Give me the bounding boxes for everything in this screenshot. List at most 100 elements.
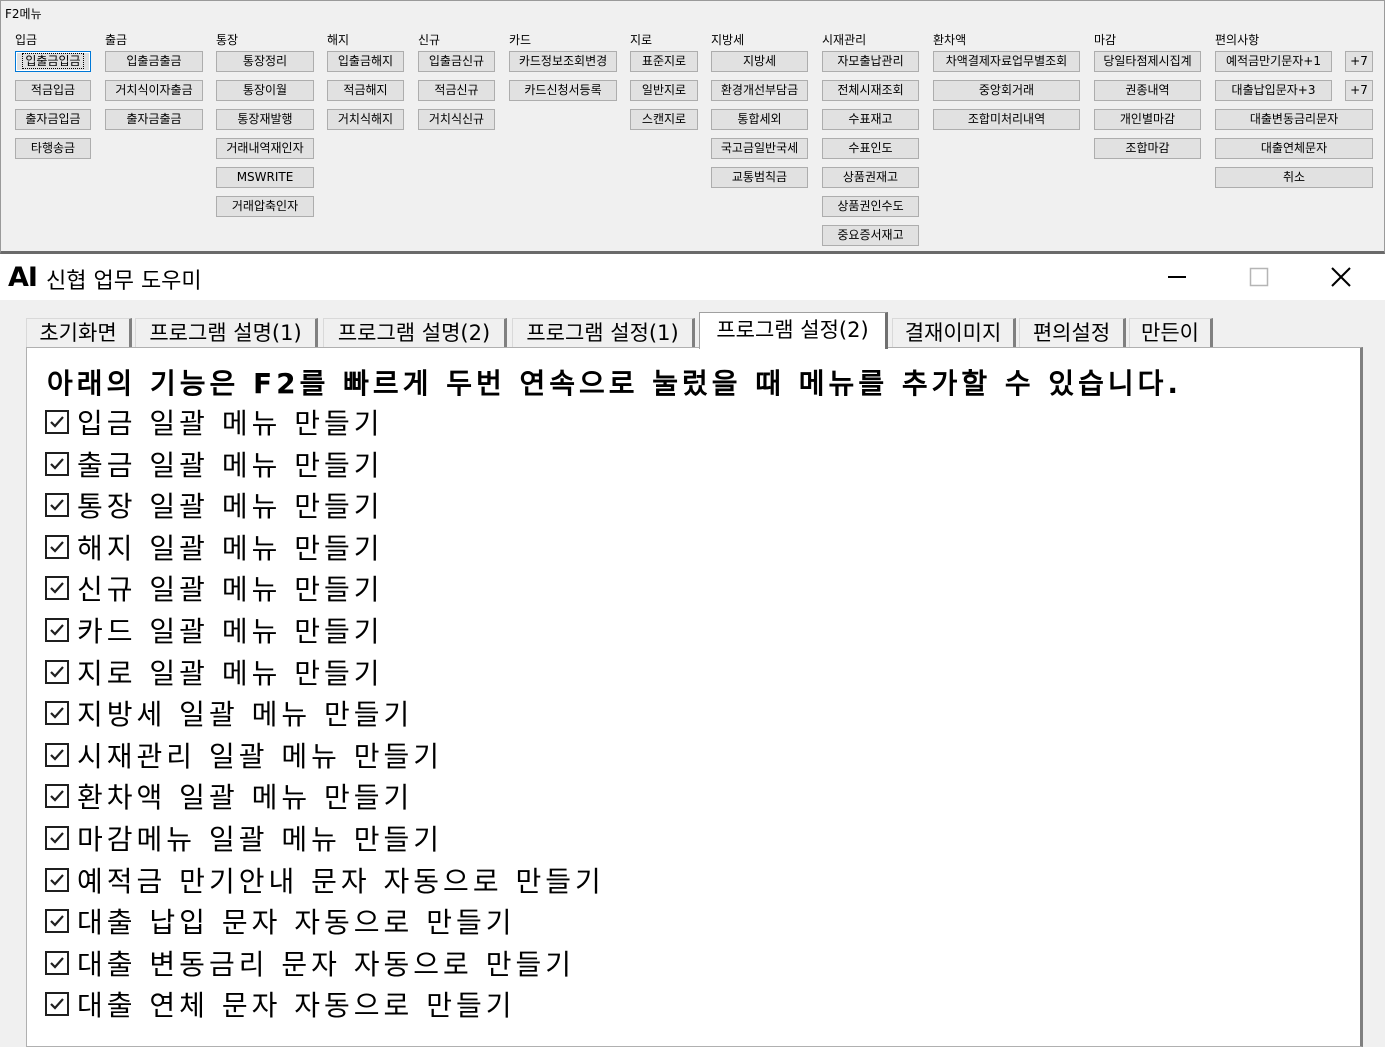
- f2-menu-button[interactable]: 국고금일반국세: [711, 138, 808, 159]
- tab-7[interactable]: 만든이: [1129, 318, 1213, 348]
- checkbox[interactable]: [45, 493, 69, 518]
- tab-4[interactable]: 프로그램 설정(2): [699, 312, 888, 349]
- close-button[interactable]: [1300, 254, 1382, 300]
- checkbox[interactable]: [45, 410, 69, 434]
- f2-menu-button[interactable]: 환경개선부담금: [711, 80, 808, 101]
- checkbox[interactable]: [45, 534, 69, 559]
- f2-menu-button[interactable]: 통장이월: [216, 80, 314, 101]
- f2-menu-button-label: 지방세: [742, 54, 777, 68]
- option-checkbox-row[interactable]: 지방세 일괄 메뉴 만들기: [45, 695, 413, 731]
- tab-1[interactable]: 프로그램 설명(1): [135, 318, 318, 348]
- f2-menu-button[interactable]: 스캔지로: [630, 109, 698, 130]
- option-checkbox-row[interactable]: 해지 일괄 메뉴 만들기: [45, 529, 384, 565]
- f2-menu-button[interactable]: 타행송금: [15, 138, 91, 159]
- app-window: AI 신협 업무 도우미 초기화면 프로그램 설명(1) 프로그램 설명(2) 프로그…: [0, 254, 1385, 1047]
- check-mark-icon: [50, 957, 64, 969]
- checkbox[interactable]: [45, 576, 69, 601]
- f2-menu-button[interactable]: 상품권인수도: [822, 196, 919, 217]
- f2-menu-button[interactable]: 적금해지: [327, 80, 404, 101]
- f2-menu-button[interactable]: 거치식해지: [327, 109, 404, 130]
- check-mark-icon: [50, 499, 64, 511]
- f2-menu-button[interactable]: 대출납입문자+3: [1215, 80, 1332, 101]
- f2-menu-button[interactable]: 거래내역재인자: [216, 138, 314, 159]
- checkbox[interactable]: [45, 909, 69, 934]
- f2-menu-button[interactable]: 자모출납관리: [822, 51, 919, 72]
- tab-5[interactable]: 결재이미지: [892, 318, 1016, 348]
- f2-menu-button[interactable]: 적금신규: [418, 80, 495, 101]
- option-checkbox-row[interactable]: 입금 일괄 메뉴 만들기: [45, 404, 384, 440]
- f2-menu-button[interactable]: 수표인도: [822, 138, 919, 159]
- maximize-button[interactable]: [1218, 254, 1300, 300]
- f2-extra-button[interactable]: +7: [1345, 51, 1373, 72]
- f2-menu-button[interactable]: 상품권재고: [822, 167, 919, 188]
- f2-menu-button[interactable]: 대출연체문자: [1215, 138, 1373, 159]
- f2-menu-button[interactable]: 입출금출금: [105, 51, 203, 72]
- option-checkbox-row[interactable]: 대출 납입 문자 자동으로 만들기: [45, 903, 515, 939]
- f2-menu-button[interactable]: 통합세외: [711, 109, 808, 130]
- f2-menu-button[interactable]: 출자금입금: [15, 109, 91, 130]
- f2-menu-button[interactable]: 거치식신규: [418, 109, 495, 130]
- f2-menu-button[interactable]: 중요증서재고: [822, 225, 919, 246]
- tab-0[interactable]: 초기화면: [26, 318, 132, 348]
- f2-menu-button[interactable]: 당일타점제시집계: [1094, 51, 1201, 72]
- checkbox[interactable]: [45, 451, 69, 476]
- f2-menu-button[interactable]: 조합미처리내역: [933, 109, 1080, 130]
- option-checkbox-row[interactable]: 출금 일괄 메뉴 만들기: [45, 446, 384, 482]
- option-checkbox-row[interactable]: 마감메뉴 일괄 메뉴 만들기: [45, 820, 443, 856]
- f2-menu-button[interactable]: 전체시재조회: [822, 80, 919, 101]
- option-checkbox-row[interactable]: 지로 일괄 메뉴 만들기: [45, 654, 384, 690]
- option-checkbox-row[interactable]: 시재관리 일괄 메뉴 만들기: [45, 737, 443, 773]
- f2-menu-button[interactable]: 표준지로: [630, 51, 698, 72]
- checkbox[interactable]: [45, 826, 69, 850]
- checkbox[interactable]: [45, 701, 69, 726]
- f2-menu-button-label: 일반지로: [641, 83, 687, 97]
- f2-menu-button[interactable]: MSWRITE: [216, 167, 314, 188]
- f2-menu-button[interactable]: 카드정보조회변경: [509, 51, 617, 72]
- checkbox[interactable]: [45, 659, 69, 684]
- minimize-button[interactable]: [1136, 254, 1218, 300]
- f2-menu-button[interactable]: 출자금출금: [105, 109, 203, 130]
- panel-heading: 아래의 기능은 F2를 빠르게 두번 연속으로 눌렀을 때 메뉴를 추가할 수 …: [47, 367, 1183, 400]
- f2-menu-button[interactable]: 대출변동금리문자: [1215, 109, 1373, 130]
- title-bar: AI 신협 업무 도우미: [0, 254, 1385, 300]
- f2-menu-button[interactable]: 적금입금: [15, 80, 91, 101]
- checkbox[interactable]: [45, 784, 69, 809]
- checkbox[interactable]: [45, 742, 69, 767]
- f2-menu-button[interactable]: 입출금해지: [327, 51, 404, 72]
- checkbox[interactable]: [45, 992, 69, 1017]
- f2-menu-button[interactable]: 카드신청서등록: [509, 80, 617, 101]
- f2-menu-button[interactable]: 입출금신규: [418, 51, 495, 72]
- f2-menu-button-label: 취소: [1282, 170, 1306, 184]
- f2-menu-button[interactable]: 거래압축인자: [216, 196, 314, 217]
- tab-6[interactable]: 편의설정: [1019, 318, 1126, 348]
- option-checkbox-row[interactable]: 대출 변동금리 문자 자동으로 만들기: [45, 945, 575, 981]
- checkbox[interactable]: [45, 618, 69, 642]
- checkbox[interactable]: [45, 950, 69, 975]
- option-checkbox-row[interactable]: 예적금 만기안내 문자 자동으로 만들기: [45, 862, 605, 898]
- f2-menu-button[interactable]: 개인별마감: [1094, 109, 1201, 130]
- f2-menu-button[interactable]: 일반지로: [630, 80, 698, 101]
- tab-3[interactable]: 프로그램 설정(1): [512, 318, 695, 348]
- f2-menu-button[interactable]: 통장재발행: [216, 109, 314, 130]
- f2-menu-button[interactable]: 권종내역: [1094, 80, 1201, 101]
- f2-menu-button[interactable]: 차액결제자료업무별조회: [933, 51, 1080, 72]
- f2-menu-button[interactable]: 조합마감: [1094, 138, 1201, 159]
- option-checkbox-row[interactable]: 환차액 일괄 메뉴 만들기: [45, 778, 413, 814]
- f2-menu-button[interactable]: 중앙회거래: [933, 80, 1080, 101]
- f2-extra-button[interactable]: +7: [1345, 80, 1373, 101]
- f2-menu-button[interactable]: 예적금만기문자+1: [1215, 51, 1332, 72]
- f2-menu-button[interactable]: 입출금입금: [15, 51, 91, 72]
- f2-menu-button[interactable]: 수표재고: [822, 109, 919, 130]
- f2-menu-button[interactable]: 지방세: [711, 51, 808, 72]
- f2-menu-button[interactable]: 교통범칙금: [711, 167, 808, 188]
- option-checkbox-row[interactable]: 신규 일괄 메뉴 만들기: [45, 570, 384, 606]
- checkbox[interactable]: [45, 867, 69, 892]
- option-checkbox-row[interactable]: 대출 연체 문자 자동으로 만들기: [45, 986, 515, 1022]
- f2-menu-button[interactable]: 취소: [1215, 167, 1373, 188]
- f2-menu-button[interactable]: 거치식이자출금: [105, 80, 203, 101]
- option-checkbox-row[interactable]: 카드 일괄 메뉴 만들기: [45, 612, 384, 648]
- tab-2[interactable]: 프로그램 설명(2): [323, 318, 507, 348]
- f2-menu-button-label: 상품권인수도: [837, 199, 904, 213]
- f2-menu-button[interactable]: 통장정리: [216, 51, 314, 72]
- option-checkbox-row[interactable]: 통장 일괄 메뉴 만들기: [45, 487, 384, 523]
